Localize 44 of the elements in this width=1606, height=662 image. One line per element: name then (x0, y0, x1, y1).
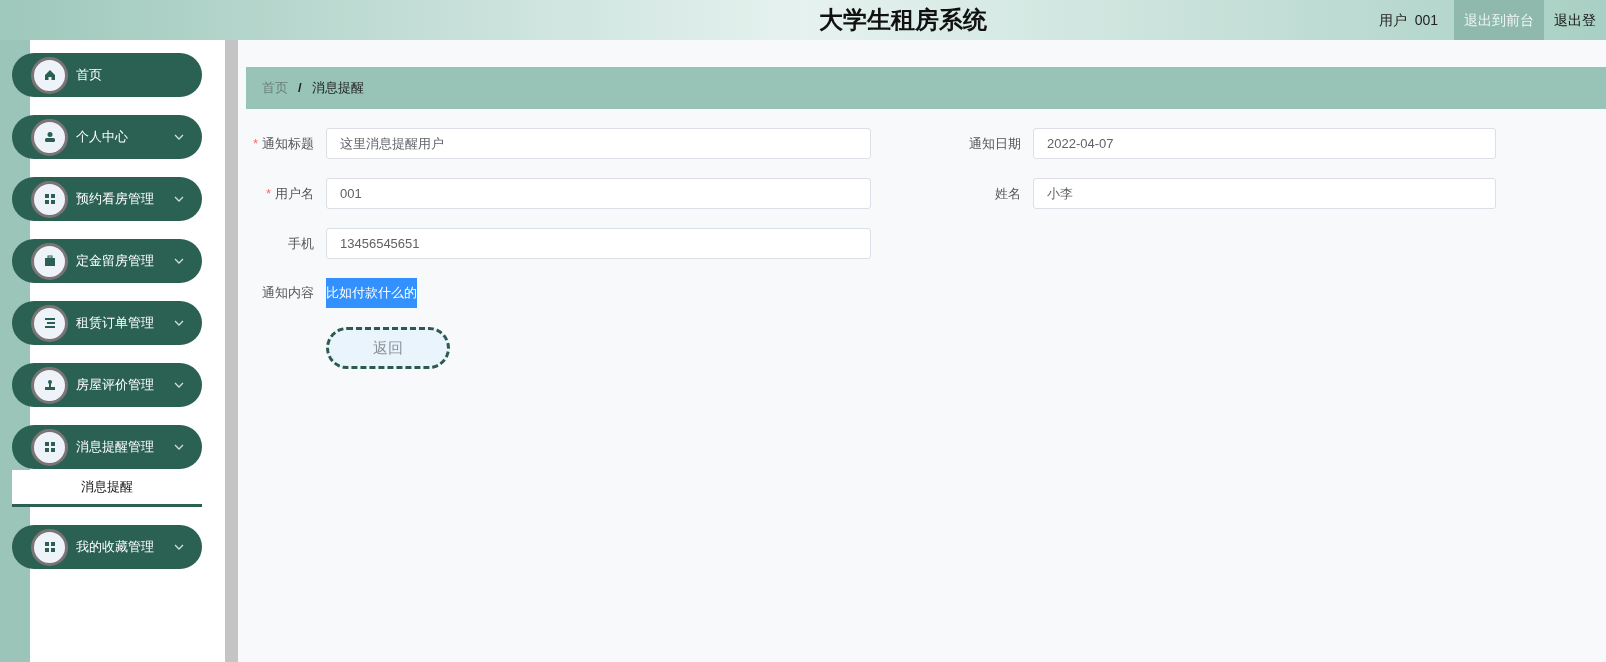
menu-item[interactable]: 房屋评价管理 (12, 363, 202, 407)
header-link[interactable]: 退出登 (1544, 0, 1606, 40)
input-field[interactable]: 001 (326, 178, 871, 209)
menu-item[interactable]: 我的收藏管理 (12, 525, 202, 569)
input-field[interactable]: 13456545651 (326, 228, 871, 259)
grid-icon (43, 541, 56, 553)
field-label: 用户名 (275, 184, 314, 203)
field-label: 手机 (288, 234, 314, 253)
required-mark: * (265, 184, 271, 203)
input-field[interactable]: 小李 (1033, 178, 1496, 209)
input-field[interactable]: 2022-04-07 (1033, 128, 1496, 159)
content-text: 比如付款什么的 (326, 278, 417, 308)
chevron-down-icon (174, 320, 184, 326)
breadcrumb-link[interactable]: 消息提醒 (311, 78, 364, 98)
briefcase-icon (43, 255, 56, 267)
chevron-down-icon (174, 382, 184, 388)
chevron-down-icon (174, 444, 184, 450)
menu-item[interactable]: 首页 (12, 53, 202, 97)
chevron-down-icon (174, 258, 184, 264)
required-mark: * (252, 134, 258, 153)
list-icon (43, 317, 56, 329)
field-label: 通知内容 (262, 284, 314, 303)
menu-item[interactable]: 租赁订单管理 (12, 301, 202, 345)
grid-icon (43, 441, 56, 453)
menu-item[interactable]: 个人中心 (12, 115, 202, 159)
grid-icon (43, 193, 56, 205)
field-label: 通知标题 (262, 134, 314, 153)
menu-item[interactable]: 消息提醒管理 (12, 425, 202, 469)
input-field[interactable]: 这里消息提醒用户 (326, 128, 871, 159)
field-label: 通知日期 (969, 134, 1021, 153)
chevron-down-icon (174, 544, 184, 550)
username: 001 (1414, 10, 1438, 30)
stamp-icon (43, 379, 56, 391)
user-icon (43, 131, 56, 143)
breadcrumb-separator: / (298, 79, 302, 98)
menu-item[interactable]: 预约看房管理 (12, 177, 202, 221)
chevron-down-icon (174, 196, 184, 202)
submenu-item[interactable]: 消息提醒 (12, 470, 202, 507)
field-label: 姓名 (995, 184, 1021, 203)
app-title: 大学生租房系统 (819, 6, 987, 35)
user-label: 用户 (1378, 10, 1407, 30)
chevron-down-icon (174, 134, 184, 140)
home-icon (43, 69, 56, 81)
menu-item[interactable]: 定金留房管理 (12, 239, 202, 283)
